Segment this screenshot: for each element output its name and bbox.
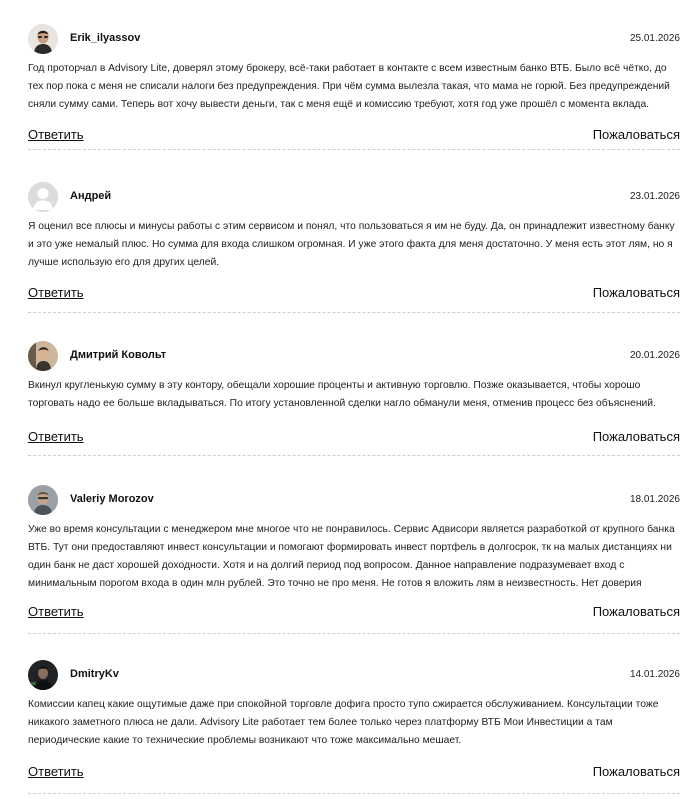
avatar [28, 341, 58, 371]
review-date: 20.01.2026 [629, 350, 680, 361]
reply-link[interactable]: Ответить [28, 764, 84, 779]
review-header: Дмитрий Ковольт 20.01.2026 [28, 341, 680, 373]
default-user-icon [28, 182, 58, 212]
reply-link[interactable]: Ответить [28, 429, 84, 444]
review-text: Я оценил все плюсы и минусы работы с эти… [28, 221, 675, 268]
review-actions: Ответить Пожаловаться [28, 285, 680, 305]
reviews-list: Erik_ilyassov 25.01.2026 Год проторчал в… [0, 0, 700, 799]
avatar [28, 660, 58, 690]
review-author: Андрей [70, 190, 112, 202]
review-author: DmitryKv [70, 668, 119, 680]
review-actions: Ответить Пожаловаться [28, 604, 680, 624]
photo-man-dark-icon [28, 24, 58, 54]
review-item: Андрей 23.01.2026 Я оценил все плюсы и м… [28, 182, 680, 313]
review-item: Valeriy Morozov 18.01.2026 Уже во время … [28, 485, 680, 634]
review-text: Уже во время консультации с менеджером м… [28, 524, 675, 589]
reply-link[interactable]: Ответить [28, 285, 84, 300]
complain-link[interactable]: Пожаловаться [593, 127, 680, 142]
review-actions: Ответить Пожаловаться [28, 764, 680, 784]
review-item: Дмитрий Ковольт 20.01.2026 Вкинул кругле… [28, 341, 680, 456]
review-actions: Ответить Пожаловаться [28, 429, 680, 449]
review-header: Андрей 23.01.2026 [28, 182, 680, 214]
reply-link[interactable]: Ответить [28, 604, 84, 619]
photo-man-beige-icon [28, 341, 58, 371]
review-date: 23.01.2026 [629, 191, 680, 202]
review-author: Erik_ilyassov [70, 32, 141, 44]
review-date: 14.01.2026 [629, 669, 680, 680]
review-header: Erik_ilyassov 25.01.2026 [28, 24, 680, 56]
review-text: Вкинул кругленькую сумму в эту контору, … [28, 380, 656, 409]
review-item: Erik_ilyassov 25.01.2026 Год проторчал в… [28, 24, 680, 150]
complain-link[interactable]: Пожаловаться [593, 429, 680, 444]
photo-man-black-icon [28, 660, 58, 690]
review-author: Valeriy Morozov [70, 493, 154, 505]
photo-man-grey-icon [28, 485, 58, 515]
review-text: Год проторчал в Advisory Lite, доверял э… [28, 63, 670, 110]
review-item: DmitryKv 14.01.2026 Комиссии капец какие… [28, 660, 680, 794]
review-actions: Ответить Пожаловаться [28, 127, 680, 147]
review-text: Комиссии капец какие ощутимые даже при с… [28, 699, 659, 746]
review-header: Valeriy Morozov 18.01.2026 [28, 485, 680, 517]
review-date: 25.01.2026 [629, 33, 680, 44]
review-date: 18.01.2026 [629, 494, 680, 505]
review-author: Дмитрий Ковольт [70, 349, 167, 361]
complain-link[interactable]: Пожаловаться [593, 764, 680, 779]
reply-link[interactable]: Ответить [28, 127, 84, 142]
avatar [28, 24, 58, 54]
avatar [28, 182, 58, 212]
review-header: DmitryKv 14.01.2026 [28, 660, 680, 692]
complain-link[interactable]: Пожаловаться [593, 285, 680, 300]
complain-link[interactable]: Пожаловаться [593, 604, 680, 619]
avatar [28, 485, 58, 515]
